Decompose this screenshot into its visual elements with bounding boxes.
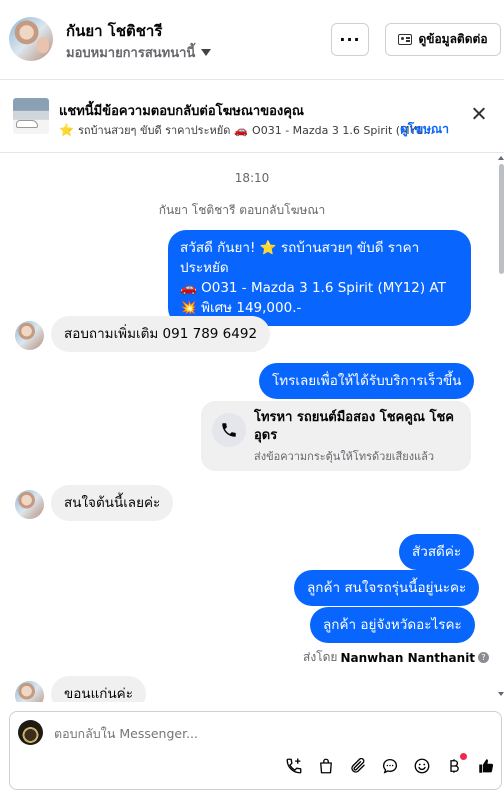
ad-thumbnail[interactable]: [13, 98, 49, 134]
scroll-up-arrow-icon[interactable]: [498, 156, 504, 160]
message-composer: [9, 711, 502, 790]
scroll-down-arrow-icon[interactable]: [498, 692, 504, 696]
add-call-icon[interactable]: [278, 754, 310, 778]
message-thread[interactable]: 18:10 กันยา โชติชารี ตอบกลับโฆษณา สวัสดี…: [0, 154, 500, 702]
message-bubble-outgoing[interactable]: ลูกค้า สนใจรถรุ่นนี้อยู่นะคะ: [294, 570, 480, 606]
ad-subtitle-part1: รถบ้านสวยๆ ขับดี ราคาประหยัด: [77, 124, 231, 137]
sender-avatar[interactable]: [15, 681, 44, 702]
view-contact-info-button[interactable]: ดูข้อมูลติดต่อ: [385, 23, 501, 56]
chat-bubble-icon[interactable]: [374, 754, 406, 778]
view-ad-link[interactable]: ดูโฆษณา: [400, 120, 449, 139]
like-icon[interactable]: [470, 754, 502, 778]
caret-down-icon: [201, 49, 212, 56]
call-card[interactable]: โทรหา รถยนต์มือสอง โชคคูณ โชค อุดร ส่งข้…: [201, 401, 471, 471]
message-bubble-outgoing[interactable]: โทรเลยเพื่อให้ได้รับบริการเร็วขึ้น: [259, 363, 475, 399]
ad-banner-title: แชทนี้มีข้อความตอบกลับต่อโฆษณาของคุณ: [59, 104, 304, 119]
message-bubble-outgoing[interactable]: ลูกค้า อยู่จังหวัดอะไรคะ: [310, 607, 475, 643]
star-icon: ⭐: [59, 123, 74, 137]
call-card-subtitle: ส่งข้อความกระตุ้นให้โทรด้วยเสียงแล้ว: [254, 450, 435, 463]
message-line: สวัสดี กันยา! ⭐ รถบ้านสวยๆ ขับดี ราคาประ…: [180, 240, 420, 276]
ad-reply-note: กันยา โชติชารี ตอบกลับโฆษณา: [158, 203, 326, 217]
paperclip-icon[interactable]: [342, 754, 374, 778]
message-line: 💥 พิเศษ 149,000.-: [180, 300, 302, 316]
composer-toolbar: [278, 753, 502, 778]
conversation-header: กันยา โชติชารี มอบหมายการสนทนานี้ ··· ดู…: [0, 0, 504, 80]
timestamp: 18:10: [234, 171, 270, 185]
more-icon: ···: [339, 30, 361, 49]
car-icon: 🚗: [234, 123, 249, 137]
assign-label: มอบหมายการสนทนานี้: [66, 46, 196, 61]
message-bubble-incoming[interactable]: สอบถามเพิ่มเติม 091 789 6492: [51, 316, 271, 352]
message-line: 🚗 O031 - Mazda 3 1.6 Spirit (MY12) AT: [180, 280, 446, 296]
info-icon[interactable]: ?: [478, 652, 490, 663]
message-bubble-incoming[interactable]: ขอนแก่นค่ะ: [51, 676, 146, 702]
message-bubble-outgoing[interactable]: สัวสดีค่ะ: [399, 534, 475, 570]
thread-scrollbar[interactable]: [498, 154, 504, 702]
baht-icon[interactable]: [438, 753, 470, 778]
view-contact-info-label: ดูข้อมูลติดต่อ: [418, 32, 488, 46]
message-bubble-outgoing[interactable]: สวัสดี กันยา! ⭐ รถบ้านสวยๆ ขับดี ราคาประ…: [168, 230, 471, 326]
message-bubble-incoming[interactable]: สนใจต้นนี้เลยค่ะ: [51, 485, 174, 521]
phone-icon: [212, 413, 246, 447]
contact-name[interactable]: กันยา โชติชารี: [66, 19, 162, 43]
call-card-title: โทรหา รถยนต์มือสอง โชคคูณ โชค อุดร: [254, 410, 455, 443]
assign-conversation-dropdown[interactable]: มอบหมายการสนทนานี้: [66, 42, 212, 63]
sent-by-label: ส่งโดย Nanwhan Nanthanit ?: [303, 648, 490, 667]
notification-badge: [460, 753, 467, 760]
close-icon[interactable]: [470, 104, 488, 122]
id-card-icon: [398, 34, 413, 45]
more-options-button[interactable]: ···: [331, 23, 369, 56]
contact-avatar[interactable]: [9, 17, 53, 61]
ad-banner-subtitle: ⭐ รถบ้านสวยๆ ขับดี ราคาประหยัด 🚗 O031 - …: [59, 121, 434, 139]
sender-avatar[interactable]: [15, 321, 44, 350]
scroll-thumb[interactable]: [499, 164, 504, 274]
ad-reply-banner: แชทนี้มีข้อความตอบกลับต่อโฆษณาของคุณ ⭐ ร…: [0, 81, 504, 153]
sent-by-prefix: ส่งโดย: [303, 650, 338, 664]
page-avatar: [18, 720, 43, 745]
reply-input[interactable]: [54, 726, 354, 741]
bag-icon[interactable]: [310, 754, 342, 778]
sent-by-name: Nanwhan Nanthanit: [340, 650, 476, 665]
emoji-icon[interactable]: [406, 754, 438, 778]
sender-avatar[interactable]: [15, 490, 44, 519]
